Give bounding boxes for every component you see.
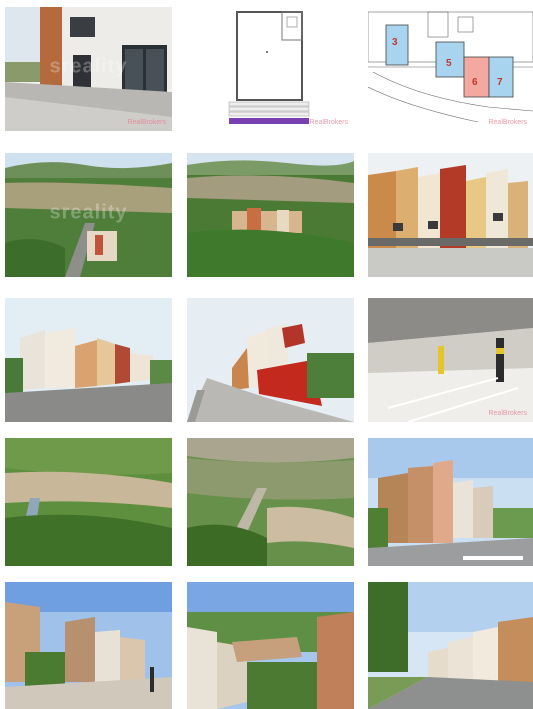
unit-label-5: 5 <box>446 58 452 69</box>
photo-thumbnail-6[interactable] <box>368 153 533 277</box>
building-side-image <box>5 298 172 422</box>
unit-label-3: 3 <box>392 37 398 48</box>
unit-label-7: 7 <box>497 77 503 88</box>
watermark-brand: RealBrokers <box>127 119 166 126</box>
unit-label-6: 6 <box>472 77 478 88</box>
photo-thumbnail-8[interactable] <box>187 298 354 422</box>
road-render-image <box>368 582 533 709</box>
floorplan-image <box>187 7 354 131</box>
watermark-brand: RealBrokers <box>488 119 527 126</box>
photo-thumbnail-11[interactable] <box>187 438 354 566</box>
entrance-image <box>5 7 172 131</box>
red-wall-image <box>187 298 354 422</box>
photo-thumbnail-9[interactable]: RealBrokers <box>368 298 533 422</box>
valley-view-image <box>5 153 172 277</box>
photo-thumbnail-2[interactable]: RealBrokers <box>187 7 354 131</box>
watermark-brand: RealBrokers <box>488 410 527 417</box>
plaza-render-image <box>5 582 172 709</box>
photo-thumbnail-7[interactable] <box>5 298 172 422</box>
site-plan-image <box>368 7 533 131</box>
photo-thumbnail-3[interactable]: 3 5 6 7 RealBrokers <box>368 7 533 131</box>
aerial-town-image <box>187 438 354 566</box>
photo-thumbnail-13[interactable] <box>5 582 172 709</box>
photo-thumbnail-14[interactable] <box>187 582 354 709</box>
aerial-valley-image <box>5 438 172 566</box>
street-render-image <box>368 438 533 566</box>
forest-view-image <box>187 153 354 277</box>
photo-thumbnail-1[interactable]: sreality RealBrokers <box>5 7 172 131</box>
facade-front-image <box>368 153 533 277</box>
photo-thumbnail-10[interactable] <box>5 438 172 566</box>
watermark-brand: RealBrokers <box>309 119 348 126</box>
photo-thumbnail-5[interactable] <box>187 153 354 277</box>
terraces-render-image <box>187 582 354 709</box>
photo-thumbnail-4[interactable]: sreality <box>5 153 172 277</box>
photo-thumbnail-12[interactable] <box>368 438 533 566</box>
photo-gallery: sreality RealBrokers RealBrokers 3 5 6 7… <box>0 0 533 709</box>
photo-thumbnail-15[interactable] <box>368 582 533 709</box>
garage-image <box>368 298 533 422</box>
